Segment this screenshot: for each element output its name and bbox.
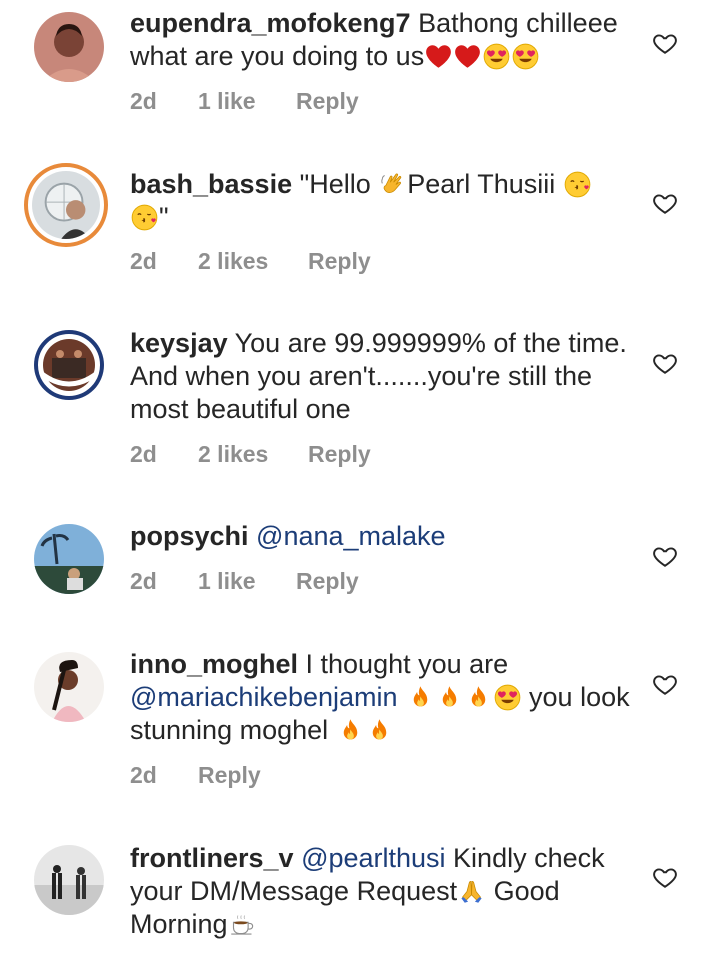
heart-outline-icon[interactable] [652,190,678,216]
comment-text: frontliners_v @pearlthusi Kindly check y… [130,842,630,941]
heart-eyes-emoji [512,43,539,70]
avatar[interactable] [34,652,104,722]
mention-link[interactable]: @pearlthusi [301,843,445,873]
comment-text: popsychi @nana_malake [130,520,630,553]
fire-emoji [436,684,463,711]
fire-emoji [465,684,492,711]
heart-outline-icon[interactable] [652,543,678,569]
kissing-face-emoji [131,204,158,231]
comment-body: "Hello [299,169,379,199]
comment-time: 2d [130,248,157,274]
like-count[interactable]: 1 like [198,88,296,115]
comment-username[interactable]: keysjay [130,328,228,358]
comment-time: 2d [130,441,157,467]
avatar[interactable] [34,12,104,82]
comment-body: Pearl Thusiii [407,169,563,199]
heart-outline-icon[interactable] [652,864,678,890]
comment-meta: 2d 1 like Reply [130,88,359,115]
fire-emoji [366,717,393,744]
mention-link[interactable]: @nana_malake [256,521,446,551]
waving-hand-emoji [379,171,406,198]
comment-text: eupendra_mofokeng7 Bathong chilleee what… [130,7,630,73]
heart-eyes-emoji [494,684,521,711]
heart-outline-icon[interactable] [652,30,678,56]
avatar[interactable] [24,163,108,247]
heart-outline-icon[interactable] [652,671,678,697]
comment-body: I thought you are [305,649,516,679]
comment-username[interactable]: frontliners_v [130,843,294,873]
comment-username[interactable]: inno_moghel [130,649,298,679]
like-count[interactable]: 2 likes [198,248,308,275]
heart-eyes-emoji [483,43,510,70]
avatar[interactable] [34,524,104,594]
avatar[interactable] [34,330,104,400]
avatar[interactable] [34,845,104,915]
reply-button[interactable]: Reply [308,248,371,275]
comment-text: bash_bassie "Hello Pearl Thusiii " [130,168,630,234]
red-heart-emoji [454,43,481,70]
hot-beverage-emoji [229,911,256,938]
comment-text: inno_moghel I thought you are @mariachik… [130,648,630,747]
comment-text: keysjay You are 99.999999% of the time. … [130,327,630,426]
comment-time: 2d [130,88,157,114]
comment-body: " [159,202,169,232]
reply-button[interactable]: Reply [296,88,359,115]
like-count[interactable]: 1 like [198,568,296,595]
comment-meta: 2d 2 likes Reply [130,441,371,468]
reply-button[interactable]: Reply [296,568,359,595]
comment-username[interactable]: popsychi [130,521,249,551]
comment-time: 2d [130,762,157,788]
comment-meta: 2d 2 likes Reply [130,248,371,275]
fire-emoji [337,717,364,744]
like-count[interactable]: 2 likes [198,441,308,468]
comment-username[interactable]: eupendra_mofokeng7 [130,8,411,38]
folded-hands-emoji [458,878,485,905]
mention-link[interactable]: @mariachikebenjamin [130,682,398,712]
red-heart-emoji [425,43,452,70]
comment-username[interactable]: bash_bassie [130,169,292,199]
comment-meta: 2d Reply [130,762,261,789]
fire-emoji [407,684,434,711]
heart-outline-icon[interactable] [652,350,678,376]
kissing-face-emoji [564,171,591,198]
comment-meta: 2d 1 like Reply [130,568,359,595]
comment-time: 2d [130,568,157,594]
reply-button[interactable]: Reply [198,762,261,789]
reply-button[interactable]: Reply [308,441,371,468]
